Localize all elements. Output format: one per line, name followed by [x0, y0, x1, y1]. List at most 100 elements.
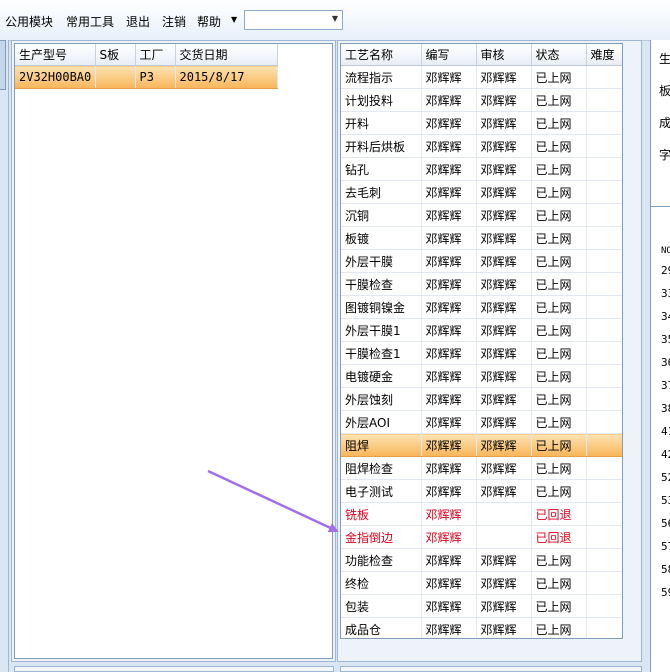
- cell-difficulty: [586, 548, 622, 572]
- menu-exit[interactable]: 退出: [126, 13, 150, 30]
- chevron-down-icon[interactable]: ▼: [231, 15, 237, 24]
- detail-label: 成: [659, 116, 670, 130]
- list-number[interactable]: 56: [661, 517, 670, 530]
- process-row[interactable]: 铣板 邓辉辉 已回退: [341, 502, 622, 526]
- process-row[interactable]: 金指倒边 邓辉辉 已回退: [341, 525, 622, 549]
- process-row[interactable]: 包装 邓辉辉 邓辉辉 已上网: [341, 594, 622, 618]
- list-header-no: NO: [661, 246, 670, 256]
- col-header-model[interactable]: 生产型号: [15, 44, 96, 66]
- process-row[interactable]: 干膜检查1 邓辉辉 邓辉辉 已上网: [341, 341, 622, 365]
- menu-bar: 公用模块 常用工具 退出 注销 帮助 ▼ ▼: [0, 0, 670, 41]
- cell-difficulty: [586, 226, 622, 250]
- list-number[interactable]: 34: [661, 310, 670, 323]
- cell-factory: P3: [135, 65, 176, 89]
- cell-process-name: 包装: [341, 594, 422, 618]
- list-number[interactable]: 37: [661, 379, 670, 392]
- cell-difficulty: [586, 65, 622, 89]
- cell-difficulty: [586, 341, 622, 365]
- chevron-down-icon[interactable]: ▼: [332, 14, 338, 23]
- list-number[interactable]: 57: [661, 540, 670, 553]
- list-number[interactable]: 35: [661, 333, 670, 346]
- orders-frame: 生产型号 S板 工厂 交货日期 2V32H00BA0 P3 2015/8/17: [11, 40, 336, 662]
- process-row[interactable]: 开料后烘板 邓辉辉 邓辉辉 已上网: [341, 134, 622, 158]
- cell-reviewer: 邓辉辉: [476, 180, 532, 204]
- process-row[interactable]: 成品仓 邓辉辉 邓辉辉 已上网: [341, 617, 622, 638]
- process-row[interactable]: 外层干膜1 邓辉辉 邓辉辉 已上网: [341, 318, 622, 342]
- process-row[interactable]: 板镀 邓辉辉 邓辉辉 已上网: [341, 226, 622, 250]
- cell-process-name: 外层AOI: [341, 410, 422, 434]
- cell-difficulty: [586, 249, 622, 273]
- col-header-reviewer[interactable]: 审核: [476, 44, 532, 66]
- process-row[interactable]: 终检 邓辉辉 邓辉辉 已上网: [341, 571, 622, 595]
- list-number[interactable]: 29: [661, 264, 670, 277]
- detail-panel: 生 板 成 字 NO 29 33 34 35 36 37 38 41 42 52 53 56 57 58 5…: [650, 40, 670, 672]
- col-header-process-name[interactable]: 工艺名称: [341, 44, 422, 66]
- col-header-writer[interactable]: 编写: [421, 44, 477, 66]
- list-number[interactable]: 42: [661, 448, 670, 461]
- process-row[interactable]: 钻孔 邓辉辉 邓辉辉 已上网: [341, 157, 622, 181]
- cell-status: 已上网: [531, 111, 587, 135]
- process-row[interactable]: 图镀铜镍金 邓辉辉 邓辉辉 已上网: [341, 295, 622, 319]
- left-splitter[interactable]: [0, 40, 9, 672]
- process-row[interactable]: 计划投料 邓辉辉 邓辉辉 已上网: [341, 88, 622, 112]
- cell-reviewer: 邓辉辉: [476, 226, 532, 250]
- process-row[interactable]: 外层蚀刻 邓辉辉 邓辉辉 已上网: [341, 387, 622, 411]
- cell-difficulty: [586, 387, 622, 411]
- process-row[interactable]: 去毛刺 邓辉辉 邓辉辉 已上网: [341, 180, 622, 204]
- process-row[interactable]: 阻焊检查 邓辉辉 邓辉辉 已上网: [341, 456, 622, 480]
- list-number[interactable]: 52: [661, 471, 670, 484]
- cell-reviewer: 邓辉辉: [476, 111, 532, 135]
- cell-writer: 邓辉辉: [421, 157, 477, 181]
- order-row[interactable]: 2V32H00BA0 P3 2015/8/17: [15, 65, 278, 89]
- cell-reviewer: 邓辉辉: [476, 479, 532, 503]
- collapse-handle[interactable]: [0, 40, 6, 90]
- list-number[interactable]: 36: [661, 356, 670, 369]
- menu-help[interactable]: 帮助: [197, 13, 221, 30]
- list-number[interactable]: 59: [661, 586, 670, 599]
- process-row[interactable]: 干膜检查 邓辉辉 邓辉辉 已上网: [341, 272, 622, 296]
- process-row[interactable]: 电镀硬金 邓辉辉 邓辉辉 已上网: [341, 364, 622, 388]
- cell-reviewer: 邓辉辉: [476, 341, 532, 365]
- cell-status: 已上网: [531, 341, 587, 365]
- cell-writer: 邓辉辉: [421, 203, 477, 227]
- menu-public-modules[interactable]: 公用模块: [5, 13, 53, 30]
- process-row[interactable]: 电子测试 邓辉辉 邓辉辉 已上网: [341, 479, 622, 503]
- toolbar-combobox[interactable]: ▼: [244, 10, 343, 30]
- col-header-difficulty[interactable]: 难度: [586, 44, 622, 66]
- col-header-s-board[interactable]: S板: [95, 44, 136, 66]
- cell-reviewer: [476, 525, 532, 549]
- list-number[interactable]: 53: [661, 494, 670, 507]
- list-number[interactable]: 58: [661, 563, 670, 576]
- cell-writer: 邓辉辉: [421, 341, 477, 365]
- cell-status: 已上网: [531, 387, 587, 411]
- process-row[interactable]: 阻焊 邓辉辉 邓辉辉 已上网: [341, 433, 622, 457]
- process-row[interactable]: 外层干膜 邓辉辉 邓辉辉 已上网: [341, 249, 622, 273]
- menu-common-tools[interactable]: 常用工具: [66, 13, 114, 30]
- cell-process-name: 阻焊检查: [341, 456, 422, 480]
- cell-writer: 邓辉辉: [421, 226, 477, 250]
- list-number[interactable]: 38: [661, 402, 670, 415]
- process-row[interactable]: 沉铜 邓辉辉 邓辉辉 已上网: [341, 203, 622, 227]
- orders-header-row: 生产型号 S板 工厂 交货日期: [15, 44, 278, 66]
- cell-writer: 邓辉辉: [421, 594, 477, 618]
- process-row[interactable]: 开料 邓辉辉 邓辉辉 已上网: [341, 111, 622, 135]
- cell-status: 已上网: [531, 571, 587, 595]
- cell-process-name: 开料: [341, 111, 422, 135]
- process-header-row: 工艺名称 编写 审核 状态 难度: [341, 44, 622, 66]
- process-row[interactable]: 功能检查 邓辉辉 邓辉辉 已上网: [341, 548, 622, 572]
- process-row[interactable]: 外层AOI 邓辉辉 邓辉辉 已上网: [341, 410, 622, 434]
- cell-reviewer: 邓辉辉: [476, 433, 532, 457]
- cell-writer: 邓辉辉: [421, 134, 477, 158]
- cell-writer: 邓辉辉: [421, 295, 477, 319]
- cell-process-name: 成品仓: [341, 617, 422, 638]
- cell-difficulty: [586, 479, 622, 503]
- process-row[interactable]: 流程指示 邓辉辉 邓辉辉 已上网: [341, 65, 622, 89]
- menu-logout[interactable]: 注销: [162, 13, 186, 30]
- cell-difficulty: [586, 433, 622, 457]
- list-number[interactable]: 33: [661, 287, 670, 300]
- cell-writer: 邓辉辉: [421, 180, 477, 204]
- col-header-delivery-date[interactable]: 交货日期: [175, 44, 278, 66]
- col-header-status[interactable]: 状态: [531, 44, 587, 66]
- list-number[interactable]: 41: [661, 425, 670, 438]
- col-header-factory[interactable]: 工厂: [135, 44, 176, 66]
